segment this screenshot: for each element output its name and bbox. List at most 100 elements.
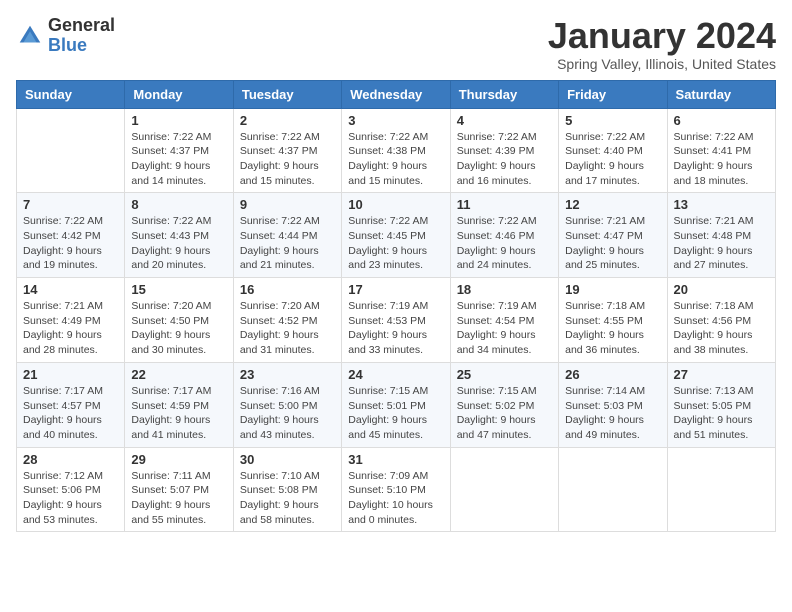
weekday-header-thursday: Thursday — [450, 80, 558, 108]
day-number: 14 — [23, 282, 118, 297]
day-cell — [667, 447, 775, 532]
day-number: 30 — [240, 452, 335, 467]
day-number: 23 — [240, 367, 335, 382]
weekday-header-saturday: Saturday — [667, 80, 775, 108]
day-info: Sunrise: 7:10 AMSunset: 5:08 PMDaylight:… — [240, 469, 335, 528]
day-cell: 15Sunrise: 7:20 AMSunset: 4:50 PMDayligh… — [125, 278, 233, 363]
day-cell: 20Sunrise: 7:18 AMSunset: 4:56 PMDayligh… — [667, 278, 775, 363]
day-cell: 18 Sunrise: 7:19 AMSunset: 4:54 PMDayligh… — [450, 278, 558, 363]
day-info: Sunrise: 7:19 AMSunset: 4:53 PMDaylight:… — [348, 299, 443, 358]
day-number: 19 — [565, 282, 660, 297]
day-number: 25 — [457, 367, 552, 382]
day-cell: 7Sunrise: 7:22 AMSunset: 4:42 PMDaylight… — [17, 193, 125, 278]
day-number: 16 — [240, 282, 335, 297]
day-info: Sunrise: 7:22 AMSunset: 4:43 PMDaylight:… — [131, 214, 226, 273]
weekday-header-wednesday: Wednesday — [342, 80, 450, 108]
calendar-table: SundayMondayTuesdayWednesdayThursdayFrid… — [16, 80, 776, 533]
day-info: Sunrise: 7:09 AMSunset: 5:10 PMDaylight:… — [348, 469, 443, 528]
day-cell: 4Sunrise: 7:22 AMSunset: 4:39 PMDaylight… — [450, 108, 558, 193]
logo-general: General — [48, 16, 115, 36]
day-number: 17 — [348, 282, 443, 297]
day-number: 18 — [457, 282, 552, 297]
day-cell — [559, 447, 667, 532]
day-number: 31 — [348, 452, 443, 467]
weekday-header-friday: Friday — [559, 80, 667, 108]
day-info: Sunrise: 7:22 AMSunset: 4:42 PMDaylight:… — [23, 214, 118, 273]
day-info: Sunrise: 7:21 AMSunset: 4:47 PMDaylight:… — [565, 214, 660, 273]
day-info: Sunrise: 7:22 AMSunset: 4:46 PMDaylight:… — [457, 214, 552, 273]
day-cell: 30 Sunrise: 7:10 AMSunset: 5:08 PMDayligh… — [233, 447, 341, 532]
day-cell: 2Sunrise: 7:22 AMSunset: 4:37 PMDaylight… — [233, 108, 341, 193]
day-cell: 11 Sunrise: 7:22 AMSunset: 4:46 PMDayligh… — [450, 193, 558, 278]
day-info: Sunrise: 7:22 AMSunset: 4:40 PMDaylight:… — [565, 130, 660, 189]
week-row-4: 21Sunrise: 7:17 AMSunset: 4:57 PMDayligh… — [17, 362, 776, 447]
day-number: 24 — [348, 367, 443, 382]
day-cell: 8 Sunrise: 7:22 AMSunset: 4:43 PMDaylight… — [125, 193, 233, 278]
day-info: Sunrise: 7:15 AMSunset: 5:02 PMDaylight:… — [457, 384, 552, 443]
day-info: Sunrise: 7:22 AMSunset: 4:37 PMDaylight:… — [131, 130, 226, 189]
day-number: 8 — [131, 197, 226, 212]
day-cell: 10Sunrise: 7:22 AMSunset: 4:45 PMDayligh… — [342, 193, 450, 278]
day-info: Sunrise: 7:16 AMSunset: 5:00 PMDaylight:… — [240, 384, 335, 443]
day-number: 13 — [674, 197, 769, 212]
day-number: 11 — [457, 197, 552, 212]
day-info: Sunrise: 7:14 AMSunset: 5:03 PMDaylight:… — [565, 384, 660, 443]
day-cell: 26 Sunrise: 7:14 AMSunset: 5:03 PMDayligh… — [559, 362, 667, 447]
day-cell: 25 Sunrise: 7:15 AMSunset: 5:02 PMDayligh… — [450, 362, 558, 447]
day-number: 26 — [565, 367, 660, 382]
day-cell: 3Sunrise: 7:22 AMSunset: 4:38 PMDaylight… — [342, 108, 450, 193]
day-number: 21 — [23, 367, 118, 382]
day-number: 28 — [23, 452, 118, 467]
day-info: Sunrise: 7:15 AMSunset: 5:01 PMDaylight:… — [348, 384, 443, 443]
day-number: 3 — [348, 113, 443, 128]
day-info: Sunrise: 7:18 AMSunset: 4:56 PMDaylight:… — [674, 299, 769, 358]
day-number: 4 — [457, 113, 552, 128]
day-cell: 21Sunrise: 7:17 AMSunset: 4:57 PMDayligh… — [17, 362, 125, 447]
location: Spring Valley, Illinois, United States — [548, 56, 776, 72]
day-info: Sunrise: 7:20 AMSunset: 4:50 PMDaylight:… — [131, 299, 226, 358]
day-cell: 28 Sunrise: 7:12 AMSunset: 5:06 PMDayligh… — [17, 447, 125, 532]
day-cell: 1Sunrise: 7:22 AMSunset: 4:37 PMDaylight… — [125, 108, 233, 193]
day-number: 29 — [131, 452, 226, 467]
day-cell: 17 Sunrise: 7:19 AMSunset: 4:53 PMDayligh… — [342, 278, 450, 363]
weekday-header-tuesday: Tuesday — [233, 80, 341, 108]
day-cell: 14Sunrise: 7:21 AMSunset: 4:49 PMDayligh… — [17, 278, 125, 363]
day-cell: 31 Sunrise: 7:09 AMSunset: 5:10 PMDayligh… — [342, 447, 450, 532]
month-title: January 2024 — [548, 16, 776, 56]
week-row-1: 1Sunrise: 7:22 AMSunset: 4:37 PMDaylight… — [17, 108, 776, 193]
day-number: 12 — [565, 197, 660, 212]
day-number: 6 — [674, 113, 769, 128]
day-info: Sunrise: 7:20 AMSunset: 4:52 PMDaylight:… — [240, 299, 335, 358]
day-info: Sunrise: 7:13 AMSunset: 5:05 PMDaylight:… — [674, 384, 769, 443]
day-cell: 16 Sunrise: 7:20 AMSunset: 4:52 PMDayligh… — [233, 278, 341, 363]
day-info: Sunrise: 7:22 AMSunset: 4:41 PMDaylight:… — [674, 130, 769, 189]
day-cell: 12 Sunrise: 7:21 AMSunset: 4:47 PMDayligh… — [559, 193, 667, 278]
title-area: January 2024 Spring Valley, Illinois, Un… — [548, 16, 776, 72]
logo: General Blue — [16, 16, 115, 56]
week-row-2: 7Sunrise: 7:22 AMSunset: 4:42 PMDaylight… — [17, 193, 776, 278]
day-info: Sunrise: 7:19 AMSunset: 4:54 PMDaylight:… — [457, 299, 552, 358]
day-info: Sunrise: 7:21 AMSunset: 4:48 PMDaylight:… — [674, 214, 769, 273]
weekday-header-monday: Monday — [125, 80, 233, 108]
day-number: 27 — [674, 367, 769, 382]
day-info: Sunrise: 7:17 AMSunset: 4:59 PMDaylight:… — [131, 384, 226, 443]
day-number: 2 — [240, 113, 335, 128]
day-cell — [17, 108, 125, 193]
weekday-header-row: SundayMondayTuesdayWednesdayThursdayFrid… — [17, 80, 776, 108]
logo-blue: Blue — [48, 36, 115, 56]
weekday-header-sunday: Sunday — [17, 80, 125, 108]
day-number: 5 — [565, 113, 660, 128]
day-info: Sunrise: 7:18 AMSunset: 4:55 PMDaylight:… — [565, 299, 660, 358]
week-row-3: 14Sunrise: 7:21 AMSunset: 4:49 PMDayligh… — [17, 278, 776, 363]
logo-text: General Blue — [48, 16, 115, 56]
day-info: Sunrise: 7:12 AMSunset: 5:06 PMDaylight:… — [23, 469, 118, 528]
day-cell: 13 Sunrise: 7:21 AMSunset: 4:48 PMDayligh… — [667, 193, 775, 278]
day-cell: 22Sunrise: 7:17 AMSunset: 4:59 PMDayligh… — [125, 362, 233, 447]
day-cell: 29Sunrise: 7:11 AMSunset: 5:07 PMDayligh… — [125, 447, 233, 532]
page-header: General Blue January 2024 Spring Valley,… — [16, 16, 776, 72]
logo-icon — [16, 22, 44, 50]
day-cell: 24 Sunrise: 7:15 AMSunset: 5:01 PMDayligh… — [342, 362, 450, 447]
day-number: 9 — [240, 197, 335, 212]
day-cell: 27 Sunrise: 7:13 AMSunset: 5:05 PMDayligh… — [667, 362, 775, 447]
week-row-5: 28 Sunrise: 7:12 AMSunset: 5:06 PMDayligh… — [17, 447, 776, 532]
